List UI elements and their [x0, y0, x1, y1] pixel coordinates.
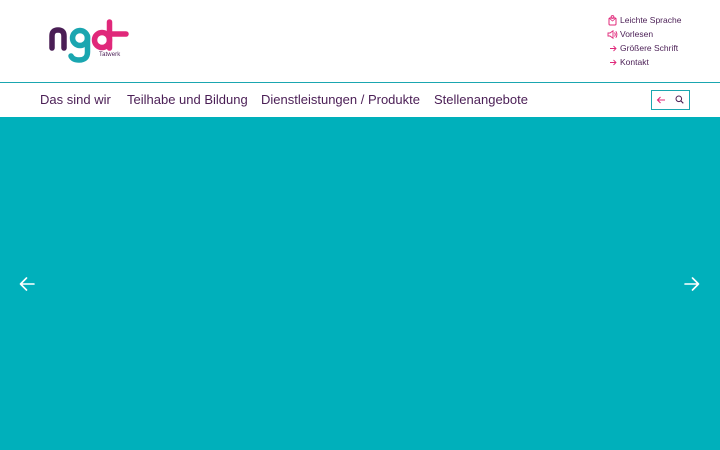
logo[interactable]: Tatwerk — [46, 14, 136, 66]
larger-font-link[interactable]: Größere Schrift — [606, 41, 716, 55]
logo-subtitle: Tatwerk — [99, 52, 121, 58]
logo-icon — [49, 19, 129, 63]
hero-slider — [0, 117, 720, 450]
arrow-left-icon — [656, 91, 666, 109]
arrow-left-icon — [19, 276, 35, 296]
nav-item-stellenangebote[interactable]: Stellenangebote — [434, 92, 528, 107]
nav-tools — [651, 90, 690, 110]
speaker-icon — [606, 29, 619, 39]
site-header: Tatwerk Leichte Sprache Vorlesen Größere… — [0, 0, 720, 82]
easy-language-icon — [606, 14, 619, 26]
read-aloud-label: Vorlesen — [620, 29, 654, 39]
search-button[interactable] — [671, 91, 690, 109]
arrow-right-icon — [684, 276, 700, 296]
easy-language-link[interactable]: Leichte Sprache — [606, 13, 716, 27]
larger-font-label: Größere Schrift — [620, 43, 679, 53]
slider-prev-button[interactable] — [15, 276, 39, 296]
main-navigation: Das sind wir Teilhabe und Bildung Dienst… — [0, 83, 720, 117]
arrow-right-icon — [606, 59, 619, 66]
service-links: Leichte Sprache Vorlesen Größere Schrift… — [606, 13, 716, 69]
search-icon — [675, 91, 684, 109]
contact-label: Kontakt — [620, 57, 649, 67]
easy-language-label: Leichte Sprache — [620, 15, 682, 25]
nav-item-teilhabe-und-bildung[interactable]: Teilhabe und Bildung — [127, 92, 248, 107]
read-aloud-link[interactable]: Vorlesen — [606, 27, 716, 41]
back-button[interactable] — [652, 91, 671, 109]
nav-item-das-sind-wir[interactable]: Das sind wir — [40, 92, 111, 107]
contact-link[interactable]: Kontakt — [606, 55, 716, 69]
arrow-right-icon — [606, 45, 619, 52]
slider-next-button[interactable] — [680, 276, 704, 296]
nav-item-dienstleistungen-produkte[interactable]: Dienstleistungen / Produkte — [261, 92, 420, 107]
